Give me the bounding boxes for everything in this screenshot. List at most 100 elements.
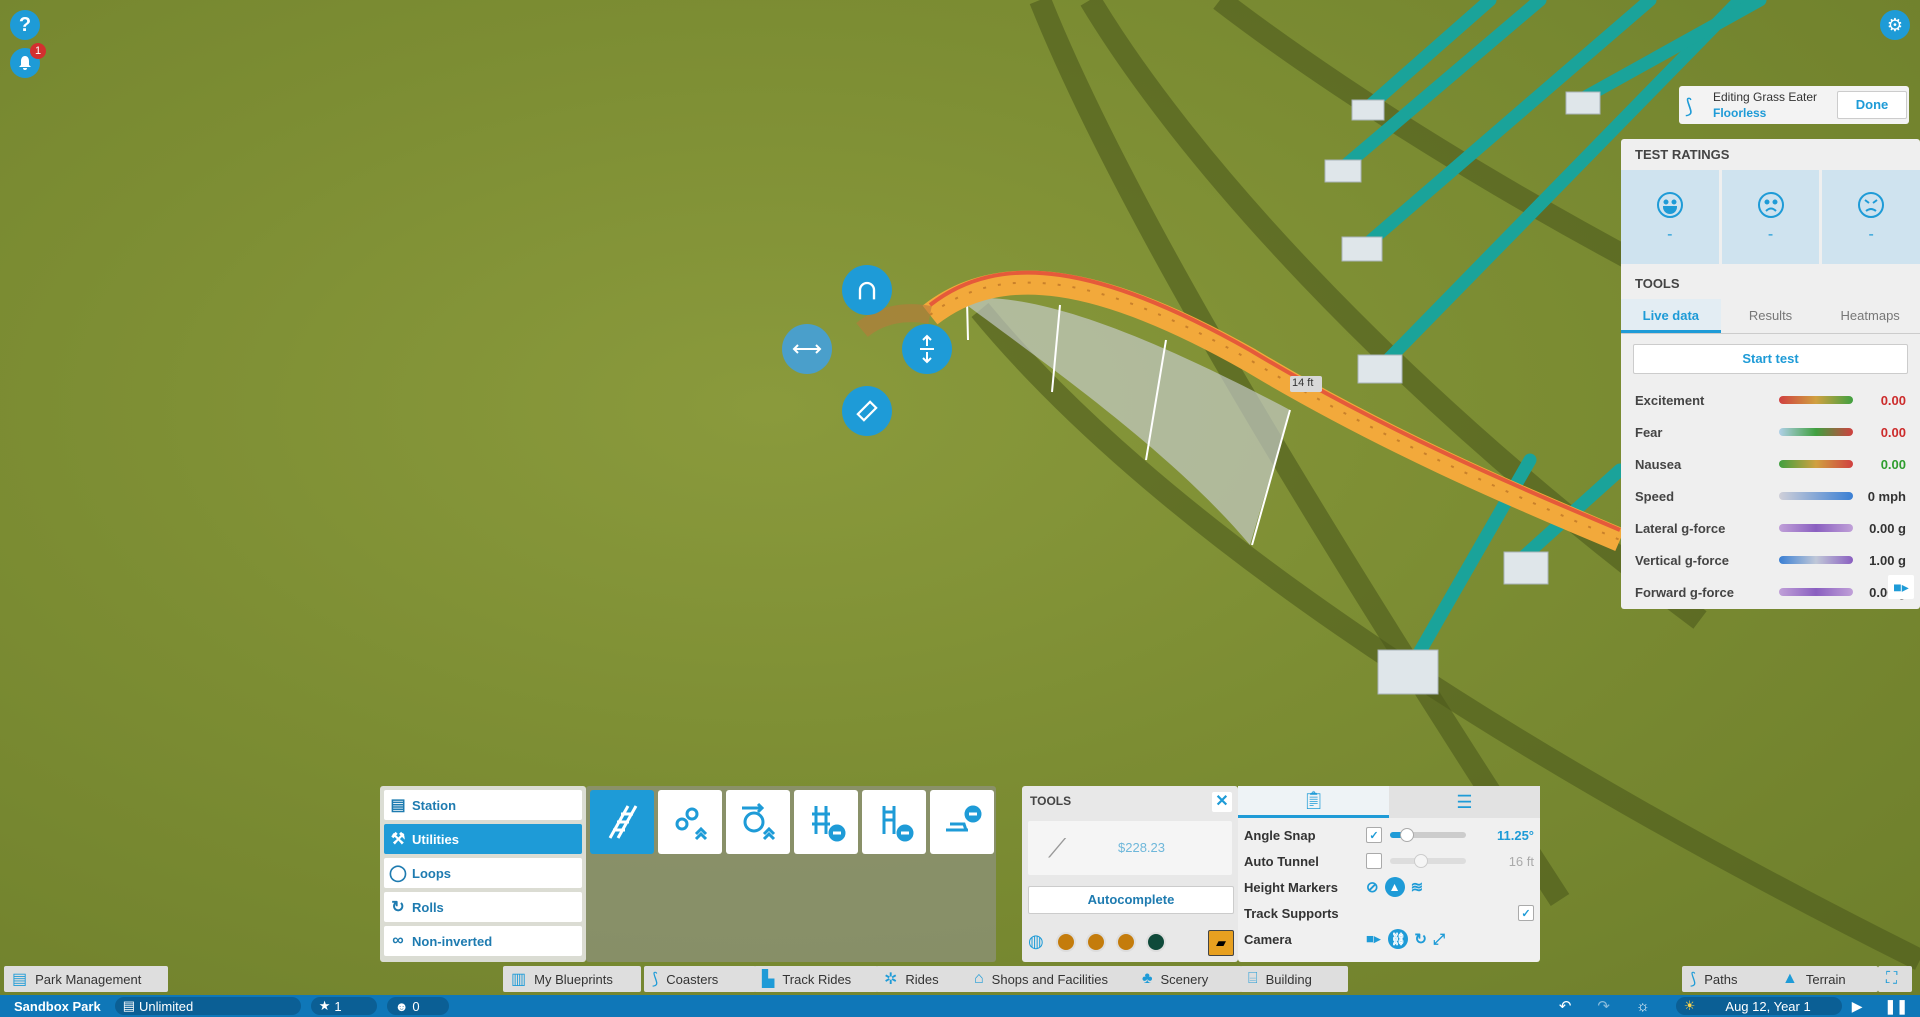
- track-supports-checkbox[interactable]: ✓: [1518, 905, 1534, 921]
- roll-icon: ↻: [391, 899, 405, 916]
- fullscreen-icon: ⛶: [1886, 970, 1898, 987]
- shops-facilities-button[interactable]: ⌂ Shops and Facilities: [966, 966, 1142, 992]
- my-blueprints-button[interactable]: ▥ My Blueprints: [503, 966, 641, 992]
- tab-results[interactable]: Results: [1721, 299, 1821, 333]
- test-ratings-header: TEST RATINGS: [1635, 147, 1730, 162]
- coasters-button[interactable]: ⟆ Coasters: [644, 966, 756, 992]
- camera-follow-icon[interactable]: ⛓: [1388, 929, 1409, 949]
- date-value: Aug 12, Year 1: [1725, 998, 1811, 1014]
- autocomplete-button[interactable]: Autocomplete: [1028, 886, 1234, 914]
- weather-icon[interactable]: ☼: [1636, 998, 1650, 1015]
- menu-label: Shops and Facilities: [991, 971, 1109, 987]
- camera-orbit-icon[interactable]: ⤢: [1433, 931, 1445, 948]
- pause-icon[interactable]: ❚❚: [1885, 998, 1908, 1015]
- angle-snap-value: 11.25°: [1496, 827, 1534, 843]
- category-non-inverted[interactable]: ∞ Non-inverted: [384, 926, 582, 956]
- tab-live-data[interactable]: Live data: [1621, 299, 1721, 333]
- park-rating-display[interactable]: ★ 1: [310, 997, 377, 1015]
- fullscreen-button[interactable]: ⛶: [1878, 966, 1912, 992]
- camera-ride-icon[interactable]: ↻: [1414, 930, 1427, 948]
- guests-display[interactable]: ☻ 0: [386, 997, 449, 1015]
- bulldozer-button[interactable]: ▰: [1208, 930, 1234, 956]
- rides-button[interactable]: ✲ Rides: [876, 966, 974, 992]
- stat-label: Fear: [1635, 424, 1663, 440]
- remove-block-brake-piece[interactable]: [862, 790, 926, 854]
- category-utilities[interactable]: ⚒ Utilities: [384, 824, 582, 854]
- non-inverted-icon: ∞: [392, 932, 404, 949]
- tab-heatmaps[interactable]: Heatmaps: [1820, 299, 1920, 333]
- redo-icon[interactable]: ↷: [1597, 997, 1610, 1015]
- paths-button[interactable]: ⟆ Paths: [1682, 966, 1778, 992]
- nausea-gauge: [1779, 460, 1853, 468]
- close-button[interactable]: ✕: [1212, 792, 1232, 812]
- remove-block-brake-icon: [882, 806, 914, 842]
- stat-label: Vertical g-force: [1635, 552, 1729, 568]
- palette-icon[interactable]: ◍: [1028, 931, 1044, 952]
- path-icon: ⟆: [1690, 971, 1697, 988]
- building-button[interactable]: ⌸ Building: [1240, 966, 1348, 992]
- start-test-button[interactable]: Start test: [1633, 344, 1908, 374]
- menu-label: Terrain: [1805, 971, 1846, 987]
- terrain-button[interactable]: ▲ Terrain: [1774, 966, 1878, 992]
- menu-label: Building: [1265, 971, 1312, 987]
- excitement-rating: -: [1621, 170, 1722, 264]
- money-display[interactable]: ▤ Unlimited: [114, 997, 301, 1015]
- remove-station-piece[interactable]: [930, 790, 994, 854]
- color-swatch[interactable]: [1055, 931, 1076, 952]
- stat-value: 0.00: [1880, 424, 1906, 440]
- stat-value: 0 mph: [1867, 488, 1906, 504]
- booster-piece[interactable]: [726, 790, 790, 854]
- angle-snap-checkbox[interactable]: ✓: [1366, 827, 1382, 843]
- horizontal-move-icon[interactable]: [782, 324, 832, 374]
- stat-vertical-g: Vertical g-force 1.00 g: [1621, 544, 1920, 576]
- option-angle-snap: Angle Snap ✓ 11.25°: [1238, 822, 1540, 848]
- color-swatch[interactable]: [1115, 931, 1136, 952]
- park-management-button[interactable]: ▤ Park Management: [4, 966, 168, 992]
- no-markers-icon[interactable]: ⊘: [1366, 878, 1379, 896]
- category-rolls[interactable]: ↻ Rolls: [384, 892, 582, 922]
- tab-list[interactable]: ☰: [1389, 786, 1540, 818]
- track-rides-button[interactable]: ▙ Track Rides: [754, 966, 878, 992]
- speed-gauge: [1779, 492, 1853, 500]
- done-button[interactable]: Done: [1837, 91, 1907, 119]
- test-ratings-panel: TEST RATINGS - - - TOOLS Live data Resul…: [1621, 139, 1920, 609]
- tab-clipboard[interactable]: 📋︎: [1238, 786, 1389, 818]
- play-icon[interactable]: ▶: [1852, 998, 1863, 1015]
- camera-button[interactable]: ■▸: [1888, 575, 1914, 599]
- angle-snap-slider[interactable]: [1390, 828, 1466, 842]
- auto-tunnel-slider[interactable]: [1390, 854, 1466, 868]
- ride-type-label: Floorless: [1713, 106, 1767, 120]
- option-auto-tunnel: Auto Tunnel 16 ft: [1238, 848, 1540, 874]
- loop-handle-icon[interactable]: [842, 265, 892, 315]
- ferris-wheel-icon: ✲: [884, 971, 898, 988]
- settings-gear-icon[interactable]: ⚙: [1880, 10, 1910, 40]
- stat-value: 0.00 g: [1869, 520, 1906, 536]
- color-swatch[interactable]: [1085, 931, 1106, 952]
- undo-icon[interactable]: ↶: [1559, 997, 1572, 1015]
- clipboard-icon: 📋︎: [1302, 790, 1325, 810]
- category-station[interactable]: ▤ Station: [384, 790, 582, 820]
- color-swatch[interactable]: [1145, 931, 1166, 952]
- fear-face-icon: [1757, 192, 1784, 218]
- ground-markers-icon[interactable]: ▲: [1384, 877, 1405, 897]
- fear-gauge: [1779, 428, 1853, 436]
- vertical-move-icon[interactable]: [902, 324, 952, 374]
- mountain-icon: ▲: [1782, 970, 1798, 987]
- length-handle-icon[interactable]: [842, 386, 892, 436]
- height-marker-label: 14 ft: [1292, 377, 1314, 389]
- camera-free-icon[interactable]: ■▸: [1366, 931, 1380, 947]
- chain-lift-piece[interactable]: [658, 790, 722, 854]
- sun-icon: ☀: [1683, 998, 1696, 1013]
- remove-brake-piece[interactable]: [794, 790, 858, 854]
- category-loops[interactable]: ◯ Loops: [384, 858, 582, 888]
- track-options-panel: 📋︎ ☰ Angle Snap ✓ 11.25° Auto Tunnel 16 …: [1238, 786, 1540, 962]
- help-icon[interactable]: ?: [10, 10, 40, 40]
- option-label: Auto Tunnel: [1244, 853, 1319, 869]
- auto-tunnel-checkbox[interactable]: [1366, 853, 1382, 869]
- stat-value: 1.00 g: [1869, 552, 1906, 568]
- straight-track-piece[interactable]: [590, 790, 654, 854]
- water-markers-icon[interactable]: ≋: [1411, 878, 1424, 896]
- building-icon: ⌸: [1248, 970, 1258, 987]
- stat-speed: Speed 0 mph: [1621, 480, 1920, 512]
- scenery-button[interactable]: ♣ Scenery: [1134, 966, 1242, 992]
